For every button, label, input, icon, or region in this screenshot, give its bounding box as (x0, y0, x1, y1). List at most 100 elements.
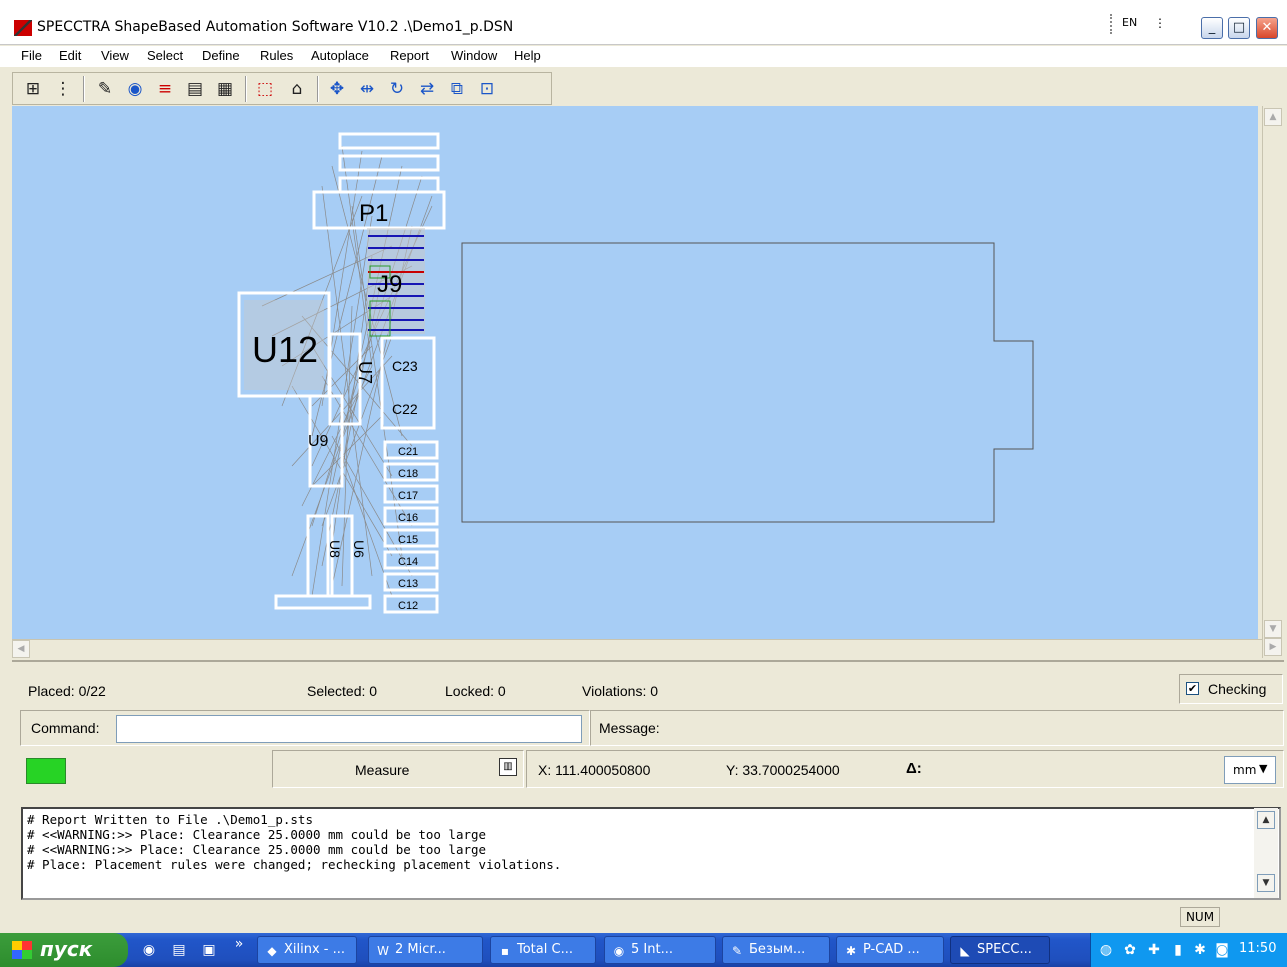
place-icon[interactable]: ⊡ (475, 77, 499, 101)
minimize-button[interactable]: _ (1201, 17, 1223, 39)
vertical-scrollbar[interactable]: ▲ ▼ ▶ (1262, 106, 1284, 658)
menu-define[interactable]: Define (202, 48, 240, 63)
move-icon[interactable]: ✥ (325, 77, 349, 101)
net-icon[interactable]: ⋮ (51, 77, 75, 101)
task-label: Total C... (517, 942, 573, 957)
pcb-drawing: P1 J9 U12 U7 U9 C23 C22 C21 C18 C17 C16 … (237, 132, 1034, 614)
measure-label: Measure (355, 762, 410, 778)
document-icon[interactable]: ▤ (183, 77, 207, 101)
language-indicator[interactable]: EN ⋮ (1110, 14, 1170, 34)
menu-window[interactable]: Window (451, 48, 497, 63)
quicklaunch-more-icon[interactable]: » (230, 935, 248, 953)
placed-count: Placed: 0/22 (28, 683, 106, 699)
pen-icon[interactable]: ✎ (93, 77, 117, 101)
unit-select[interactable]: mm ▼ (1224, 756, 1276, 784)
layers-icon[interactable]: ≡ (153, 77, 177, 101)
quicklaunch-app-icon[interactable]: ▣ (200, 941, 218, 959)
maximize-button[interactable]: □ (1228, 17, 1250, 39)
tray-icon-2[interactable]: ✿ (1121, 941, 1139, 959)
rotate-icon[interactable]: ↻ (385, 77, 409, 101)
label-u7: U7 (355, 361, 375, 384)
swap-icon[interactable]: ⇄ (415, 77, 439, 101)
clock: 11:50 (1239, 941, 1277, 956)
window-title: SPECCTRA ShapeBased Automation Software … (37, 19, 514, 35)
task-word[interactable]: W 2 Micr... (368, 936, 483, 964)
toolbar-divider (83, 76, 85, 102)
task-xilinx[interactable]: ◆ Xilinx - ... (257, 936, 357, 964)
menu-view[interactable]: View (101, 48, 129, 63)
horizontal-scrollbar[interactable]: ◀ (12, 639, 1262, 658)
y-coordinate: Y: 33.7000254000 (726, 762, 840, 778)
task-specctra[interactable]: ◣ SPECC... (950, 936, 1050, 964)
unit-chevron-down-icon: ▼ (1259, 762, 1268, 775)
tray-icon-1[interactable]: ◍ (1097, 941, 1115, 959)
task-pcad[interactable]: ✱ P-CAD ... (836, 936, 944, 964)
measure-panel[interactable]: Measure (272, 750, 524, 788)
status-bar (0, 906, 1287, 932)
report-log[interactable]: # Report Written to File .\Demo1_p.sts #… (21, 807, 1281, 900)
menu-autoplace[interactable]: Autoplace (311, 48, 369, 63)
checking-panel: ✔ Checking (1179, 674, 1283, 704)
task-internet[interactable]: ◉ 5 Int... (604, 936, 716, 964)
x-coordinate: X: 111.400050800 (538, 762, 651, 778)
label-c14: C14 (398, 556, 418, 568)
ruler-icon[interactable]: ▥ (499, 758, 517, 776)
log-line: # Place: Placement rules were changed; r… (27, 857, 562, 872)
tray-icon-3[interactable]: ✚ (1145, 941, 1163, 959)
tray-icon-5[interactable]: ✱ (1191, 941, 1209, 959)
group-icon[interactable]: ⧉ (445, 77, 469, 101)
design-canvas[interactable]: P1 J9 U12 U7 U9 C23 C22 C21 C18 C17 C16 … (12, 106, 1258, 639)
label-j9: J9 (377, 271, 402, 298)
checking-label: Checking (1208, 681, 1267, 697)
scroll-left-icon[interactable]: ◀ (12, 640, 30, 658)
menu-edit[interactable]: Edit (59, 48, 81, 63)
menu-rules[interactable]: Rules (260, 48, 293, 63)
language-chevron-icon: ⋮ (1154, 16, 1166, 30)
quicklaunch-document-icon[interactable]: ▤ (170, 941, 188, 959)
unit-value: mm (1233, 763, 1257, 777)
log-scrollbar[interactable]: ▲ ▼ (1254, 808, 1278, 898)
menu-report[interactable]: Report (390, 48, 429, 63)
menu-select[interactable]: Select (147, 48, 183, 63)
paint-icon: ✎ (731, 944, 743, 958)
scroll-up-icon[interactable]: ▲ (1264, 108, 1282, 126)
align-icon[interactable]: ⇹ (355, 77, 379, 101)
task-label: Безым... (749, 942, 806, 957)
globe-icon[interactable]: ◉ (123, 77, 147, 101)
lock-icon[interactable]: ⌂ (285, 77, 309, 101)
command-input[interactable] (116, 715, 582, 743)
label-u9: U9 (308, 433, 329, 450)
label-c12: C12 (398, 600, 418, 612)
label-u6: U6 (351, 540, 367, 558)
checking-checkbox[interactable]: ✔ (1186, 682, 1199, 695)
close-button[interactable]: ✕ (1256, 17, 1278, 39)
start-button[interactable]: пуск (0, 933, 128, 967)
ie-icon[interactable]: ◉ (140, 941, 158, 959)
status-panel: Placed: 0/22 Selected: 0 Locked: 0 Viola… (12, 660, 1284, 793)
tray-icon-4[interactable]: ▮ (1169, 941, 1187, 959)
grid-icon[interactable]: ▦ (213, 77, 237, 101)
task-label: 2 Micr... (395, 942, 446, 957)
label-u8: U8 (327, 540, 343, 558)
ie-icon: ◉ (613, 944, 625, 958)
scroll-down-icon[interactable]: ▼ (1264, 620, 1282, 638)
pcad-icon: ✱ (845, 944, 857, 958)
select-area-icon[interactable]: ⬚ (253, 77, 277, 101)
task-total-commander[interactable]: ▪ Total C... (490, 936, 596, 964)
component-icon[interactable]: ⊞ (21, 77, 45, 101)
menu-bar: File Edit View Select Define Rules Autop… (0, 46, 1287, 67)
label-c21: C21 (398, 446, 418, 458)
message-label: Message: (599, 720, 660, 736)
scroll-right-icon[interactable]: ▶ (1264, 638, 1282, 656)
log-scroll-down-icon[interactable]: ▼ (1257, 874, 1275, 892)
component-bottom-strip (274, 594, 372, 610)
task-paint[interactable]: ✎ Безым... (722, 936, 830, 964)
menu-help[interactable]: Help (514, 48, 541, 63)
message-panel: Message: (590, 710, 1284, 746)
menu-file[interactable]: File (21, 48, 42, 63)
log-line: # <<WARNING:>> Place: Clearance 25.0000 … (27, 827, 487, 842)
tray-icon-6[interactable]: ◙ (1213, 941, 1231, 959)
label-u12: U12 (252, 329, 318, 370)
log-scroll-up-icon[interactable]: ▲ (1257, 811, 1275, 829)
task-label: Xilinx - ... (284, 942, 346, 957)
